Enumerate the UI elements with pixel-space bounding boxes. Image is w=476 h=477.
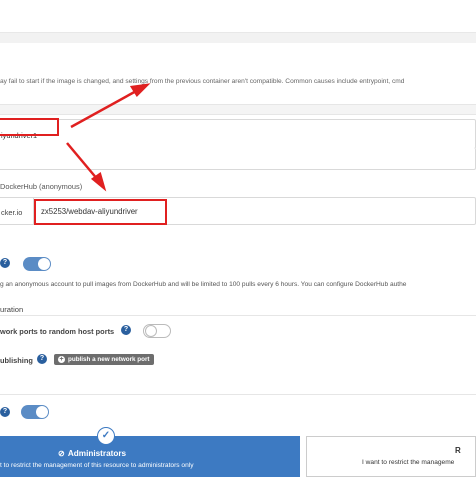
publish-all-toggle[interactable] xyxy=(143,324,171,338)
restricted-icon: ⊘ xyxy=(58,449,65,458)
help-icon[interactable]: ? xyxy=(0,407,10,417)
administrators-description: t to restrict the management of this res… xyxy=(0,462,194,469)
help-icon[interactable]: ? xyxy=(0,258,10,268)
selected-check-icon: ✓ xyxy=(97,427,115,445)
restricted-card[interactable]: R I want to restrict the manageme xyxy=(306,436,476,477)
annotation-arrows xyxy=(66,83,151,192)
toggle-knob xyxy=(36,406,48,418)
arrow-line-to-warning xyxy=(70,88,139,129)
access-control-toggle[interactable] xyxy=(21,405,49,419)
anonymous-account-note: g an anonymous account to pull images fr… xyxy=(0,281,407,288)
restricted-title: R xyxy=(455,446,461,455)
manual-publishing-label: ublishing xyxy=(0,356,33,365)
section-divider xyxy=(0,394,476,395)
administrators-card[interactable]: ⊘ Administrators t to restrict the manage… xyxy=(0,436,300,477)
arrow-line-to-image xyxy=(66,142,99,181)
publish-port-button[interactable]: + publish a new network port xyxy=(54,354,154,365)
publish-port-button-label: publish a new network port xyxy=(68,356,150,363)
publish-all-label: work ports to random host ports xyxy=(0,327,115,336)
administrators-title-row: ⊘ Administrators xyxy=(58,448,126,458)
administrators-title: Administrators xyxy=(67,449,127,458)
plus-icon: + xyxy=(58,356,65,363)
arrow-head-to-warning xyxy=(129,83,151,97)
toggle-knob xyxy=(38,258,50,270)
help-icon[interactable]: ? xyxy=(121,325,131,335)
network-section-title: uration xyxy=(0,305,24,314)
section-divider xyxy=(0,315,476,316)
help-icon[interactable]: ? xyxy=(37,354,47,364)
toggle-knob xyxy=(145,325,157,337)
restricted-description: I want to restrict the manageme xyxy=(362,459,455,466)
always-pull-toggle[interactable] xyxy=(23,257,51,271)
